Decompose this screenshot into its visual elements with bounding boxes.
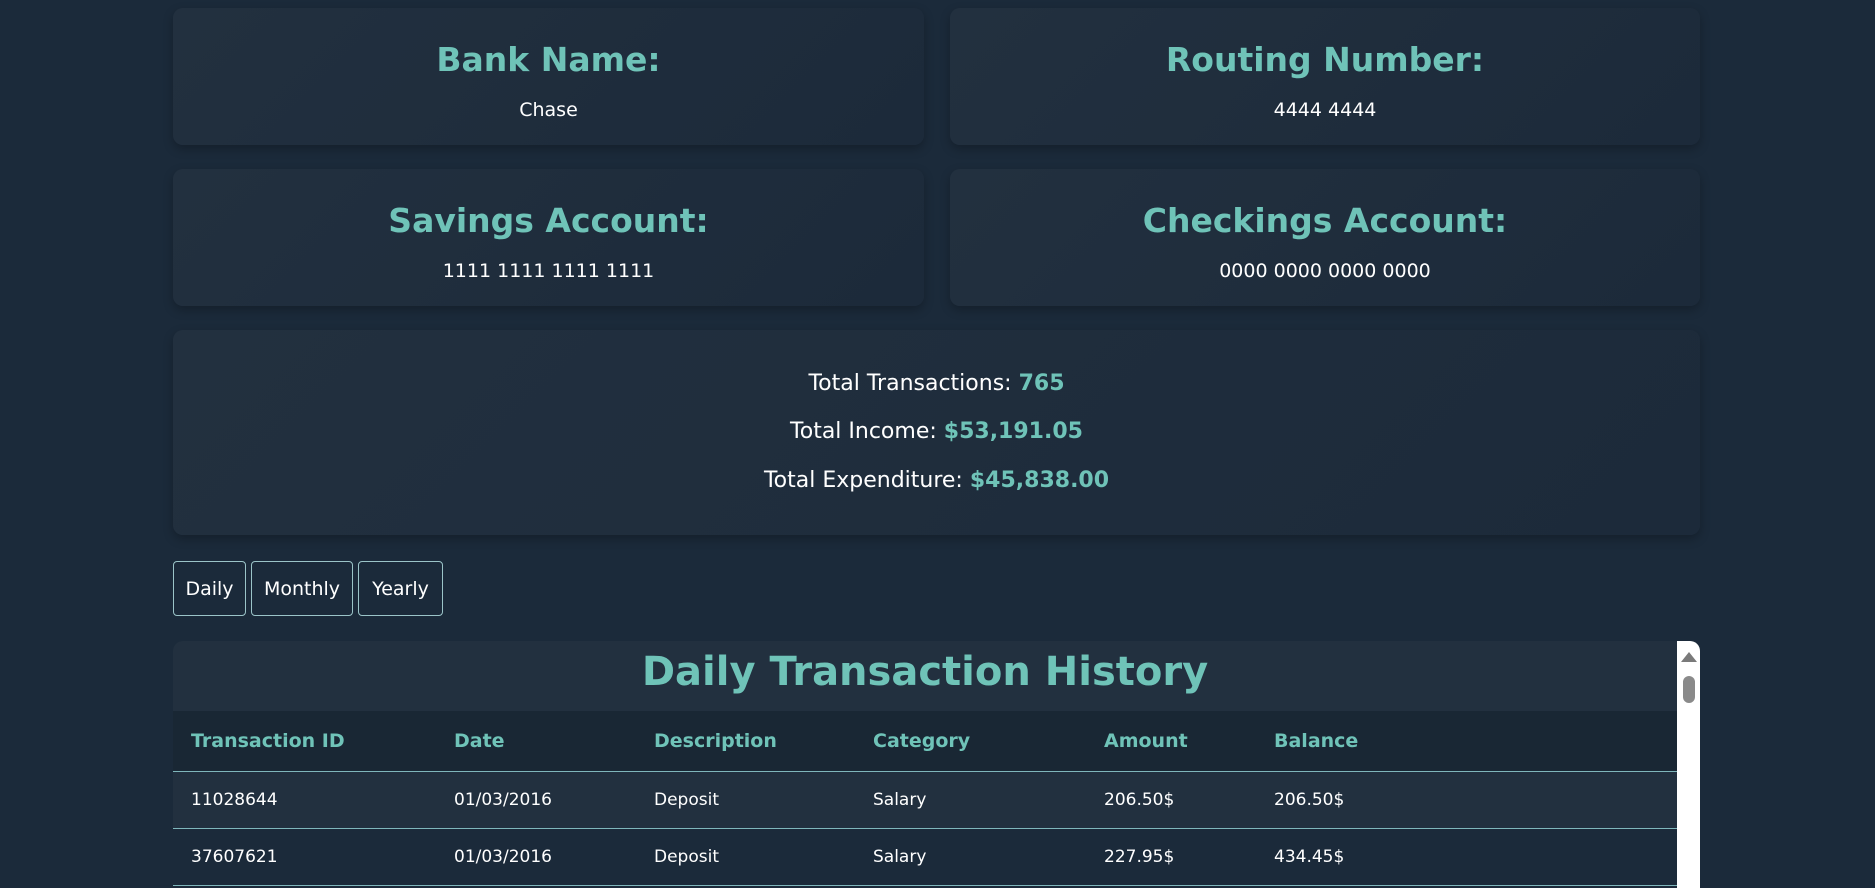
bank-name-label: Bank Name: (436, 40, 661, 79)
cell-description: Deposit (636, 771, 855, 829)
history-scrollbar[interactable] (1677, 641, 1700, 888)
scrollbar-thumb[interactable] (1683, 676, 1695, 703)
cell-amount: 227.95$ (1086, 828, 1256, 886)
daily-button[interactable]: Daily (173, 561, 246, 616)
cell-balance: 206.50$ (1256, 771, 1677, 829)
transaction-history-panel: Daily Transaction History Transaction ID… (173, 641, 1700, 888)
routing-number-card: Routing Number: 4444 4444 (950, 8, 1700, 145)
column-header-description: Description (636, 711, 855, 772)
total-expenditure-value: $45,838.00 (969, 468, 1110, 493)
total-income: Total Income: $53,191.05 (173, 417, 1700, 447)
savings-account-label: Savings Account: (388, 201, 709, 240)
summary-card: Total Transactions: 765 Total Income: $5… (173, 330, 1700, 535)
total-income-value: $53,191.05 (943, 419, 1083, 444)
table-row: 37607621 01/03/2016 Deposit Salary 227.9… (173, 828, 1677, 886)
checking-account-value: 0000 0000 0000 0000 (1219, 260, 1431, 282)
cell-description: Deposit (636, 828, 855, 886)
cell-date: 01/03/2016 (436, 771, 636, 829)
total-expenditure-label: Total Expenditure: (763, 468, 963, 493)
total-transactions-label: Total Transactions: (808, 371, 1012, 396)
bank-name-value: Chase (519, 99, 578, 121)
bank-name-card: Bank Name: Chase (173, 8, 924, 145)
cell-category: Salary (855, 828, 1086, 886)
cell-balance: 434.45$ (1256, 828, 1677, 886)
savings-account-value: 1111 1111 1111 1111 (442, 260, 655, 282)
column-header-balance: Balance (1256, 711, 1677, 772)
yearly-button[interactable]: Yearly (358, 561, 443, 616)
cell-amount: 206.50$ (1086, 771, 1256, 829)
checking-account-card: Checkings Account: 0000 0000 0000 0000 (950, 169, 1700, 306)
transaction-table: Transaction ID Date Description Category… (173, 711, 1677, 886)
column-header-transaction-id: Transaction ID (173, 711, 436, 772)
table-row: 11028644 01/03/2016 Deposit Salary 206.5… (173, 771, 1677, 829)
triangle-up-icon[interactable] (1681, 652, 1697, 662)
total-income-label: Total Income: (790, 419, 937, 444)
history-title-bar: Daily Transaction History (173, 641, 1677, 711)
routing-number-value: 4444 4444 (1273, 99, 1377, 121)
cell-category: Salary (855, 771, 1086, 829)
total-transactions: Total Transactions: 765 (173, 369, 1700, 399)
column-header-category: Category (855, 711, 1086, 772)
cell-transaction-id: 11028644 (173, 771, 436, 829)
savings-account-card: Savings Account: 1111 1111 1111 1111 (173, 169, 924, 306)
routing-number-label: Routing Number: (1165, 40, 1485, 79)
checking-account-label: Checkings Account: (1142, 201, 1508, 240)
cell-date: 01/03/2016 (436, 828, 636, 886)
total-transactions-value: 765 (1018, 371, 1065, 396)
total-expenditure: Total Expenditure: $45,838.00 (173, 466, 1700, 496)
cell-transaction-id: 37607621 (173, 828, 436, 886)
column-header-amount: Amount (1086, 711, 1256, 772)
table-header-row: Transaction ID Date Description Category… (173, 711, 1677, 772)
column-header-date: Date (436, 711, 636, 772)
history-title: Daily Transaction History (641, 649, 1209, 695)
monthly-button[interactable]: Monthly (251, 561, 353, 616)
